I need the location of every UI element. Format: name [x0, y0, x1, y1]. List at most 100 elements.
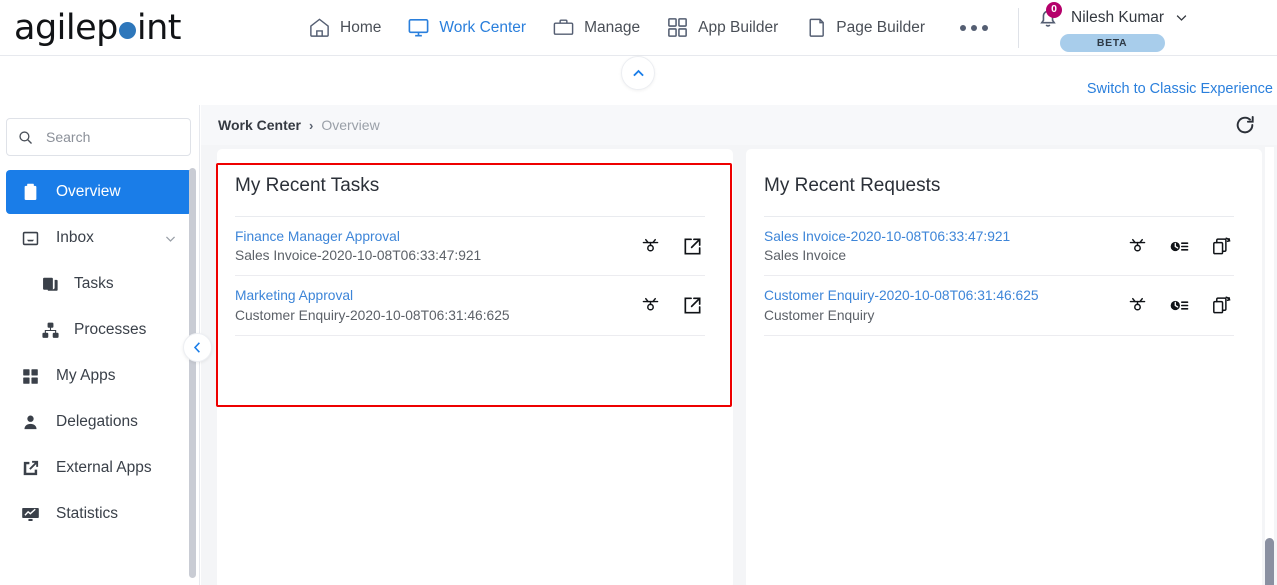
chevron-left-icon [190, 340, 205, 355]
main-scrollbar-thumb[interactable] [1265, 538, 1274, 585]
sidebar-item-delegations-label: Delegations [56, 413, 138, 430]
nav-item-page-builder[interactable]: Page Builder [791, 10, 938, 45]
breadcrumb-current: Overview [321, 117, 380, 133]
search-input[interactable] [46, 129, 156, 145]
nav-item-home-label: Home [340, 18, 382, 36]
nav-item-home[interactable]: Home [295, 10, 394, 45]
sidebar-item-my-apps[interactable]: My Apps [6, 354, 192, 398]
task-link[interactable]: Marketing Approval [235, 287, 510, 304]
sidebar-item-inbox[interactable]: Inbox [6, 216, 192, 260]
history-icon[interactable] [1169, 236, 1190, 257]
view-icon[interactable] [640, 236, 661, 257]
monitor-icon [407, 16, 430, 39]
sidebar: Overview Inbox [0, 105, 200, 585]
my-recent-requests-title: My Recent Requests [764, 175, 941, 196]
request-row-text: Customer Enquiry-2020-10-08T06:31:46:625… [764, 287, 1039, 323]
home-icon [308, 16, 331, 39]
task-row-actions [640, 295, 705, 316]
request-row-actions [1127, 236, 1234, 257]
request-row-text: Sales Invoice-2020-10-08T06:33:47:921 Sa… [764, 228, 1010, 264]
top-navigation-bar: agilep int Home Work Center Manage App B… [0, 0, 1277, 56]
refresh-button[interactable] [1234, 114, 1261, 136]
request-subtitle: Sales Invoice [764, 248, 847, 264]
apps-grid-icon [20, 367, 40, 386]
open-external-icon[interactable] [682, 236, 703, 257]
request-link[interactable]: Customer Enquiry-2020-10-08T06:31:46:625 [764, 287, 1039, 304]
task-row[interactable]: Marketing Approval Customer Enquiry-2020… [235, 276, 705, 336]
task-subtitle: Customer Enquiry-2020-10-08T06:31:46:625 [235, 307, 510, 323]
task-subtitle: Sales Invoice-2020-10-08T06:33:47:921 [235, 248, 482, 264]
agilepoint-logo[interactable]: agilep int [14, 7, 182, 48]
search-box[interactable] [6, 118, 191, 156]
sidebar-item-processes[interactable]: Processes [6, 308, 192, 352]
sidebar-item-overview[interactable]: Overview [6, 170, 192, 214]
view-icon[interactable] [640, 295, 661, 316]
task-row-text: Finance Manager Approval Sales Invoice-2… [235, 228, 481, 264]
request-link[interactable]: Sales Invoice-2020-10-08T06:33:47:921 [764, 228, 1010, 245]
person-icon [20, 413, 40, 432]
nav-item-work-center[interactable]: Work Center [394, 10, 539, 45]
breadcrumb-bar: Work Center › Overview [201, 105, 1277, 145]
sidebar-item-external-apps-label: External Apps [56, 459, 152, 476]
sidebar-item-statistics-label: Statistics [56, 505, 119, 522]
view-icon[interactable] [1127, 295, 1148, 316]
sidebar-item-tasks-label: Tasks [74, 275, 114, 292]
clipboard-icon [20, 183, 40, 202]
logo-text: agilep int [14, 7, 182, 48]
sidebar-item-inbox-label: Inbox [56, 229, 94, 246]
copy-icon[interactable] [1211, 236, 1232, 257]
main-scrollbar-track[interactable] [1265, 147, 1274, 585]
logo-text-part1: agilep [14, 7, 118, 48]
dot-1 [960, 24, 967, 31]
refresh-icon [1234, 114, 1256, 136]
collapse-sidebar-button[interactable] [183, 333, 212, 362]
top-nav-items: Home Work Center Manage App Builder Page… [295, 10, 1004, 45]
copy-icon[interactable] [1211, 295, 1232, 316]
view-icon[interactable] [1127, 236, 1148, 257]
search-icon [17, 129, 34, 146]
sidebar-item-tasks[interactable]: Tasks [6, 262, 192, 306]
cards-container: My Recent Tasks Finance Manager Approval… [201, 145, 1277, 585]
logo-text-part2: int [136, 7, 182, 48]
sidebar-scrollbar[interactable] [189, 168, 196, 578]
external-link-icon [20, 459, 40, 478]
collapse-nav-button[interactable] [621, 56, 655, 90]
sidebar-item-processes-label: Processes [74, 321, 147, 338]
breadcrumb-root[interactable]: Work Center [218, 117, 301, 133]
main-content: Work Center › Overview My Recent Tasks F… [201, 105, 1277, 585]
task-row-actions [640, 236, 705, 257]
sidebar-item-overview-label: Overview [56, 183, 121, 200]
nav-item-work-center-label: Work Center [439, 18, 527, 36]
briefcase-icon [552, 16, 575, 39]
history-icon[interactable] [1169, 295, 1190, 316]
sidebar-item-delegations[interactable]: Delegations [6, 400, 192, 444]
logo-dot [118, 22, 136, 39]
user-menu-button[interactable]: 0 Nilesh Kumar [1035, 1, 1189, 32]
sidebar-item-external-apps[interactable]: External Apps [6, 446, 192, 490]
nav-item-manage[interactable]: Manage [539, 10, 653, 45]
open-external-icon[interactable] [682, 295, 703, 316]
breadcrumb-separator-icon: › [308, 117, 314, 133]
dot-2 [971, 24, 978, 31]
task-row[interactable]: Finance Manager Approval Sales Invoice-2… [235, 217, 705, 277]
sidebar-search-wrap [0, 105, 199, 165]
statistics-icon [20, 505, 40, 524]
grid-icon [666, 16, 689, 39]
notifications-button[interactable]: 0 [1035, 1, 1063, 32]
request-subtitle: Customer Enquiry [764, 307, 875, 323]
user-area: 0 Nilesh Kumar BETA [1035, 1, 1189, 52]
chevron-down-icon[interactable] [163, 231, 178, 246]
notification-badge: 0 [1046, 1, 1063, 18]
request-row[interactable]: Customer Enquiry-2020-10-08T06:31:46:625… [764, 276, 1234, 336]
switch-to-classic-link[interactable]: Switch to Classic Experience [1087, 81, 1277, 97]
my-recent-tasks-title: My Recent Tasks [235, 175, 380, 196]
request-row[interactable]: Sales Invoice-2020-10-08T06:33:47:921 Sa… [764, 217, 1234, 277]
nav-item-app-builder[interactable]: App Builder [653, 10, 791, 45]
inbox-icon [20, 229, 40, 248]
task-link[interactable]: Finance Manager Approval [235, 228, 481, 245]
dot-3 [982, 24, 989, 31]
processes-icon [40, 321, 60, 340]
my-recent-requests-card: My Recent Requests Sales Invoice-2020-10… [746, 149, 1262, 585]
more-menu-button[interactable] [944, 19, 1004, 37]
sidebar-item-statistics[interactable]: Statistics [6, 492, 192, 536]
